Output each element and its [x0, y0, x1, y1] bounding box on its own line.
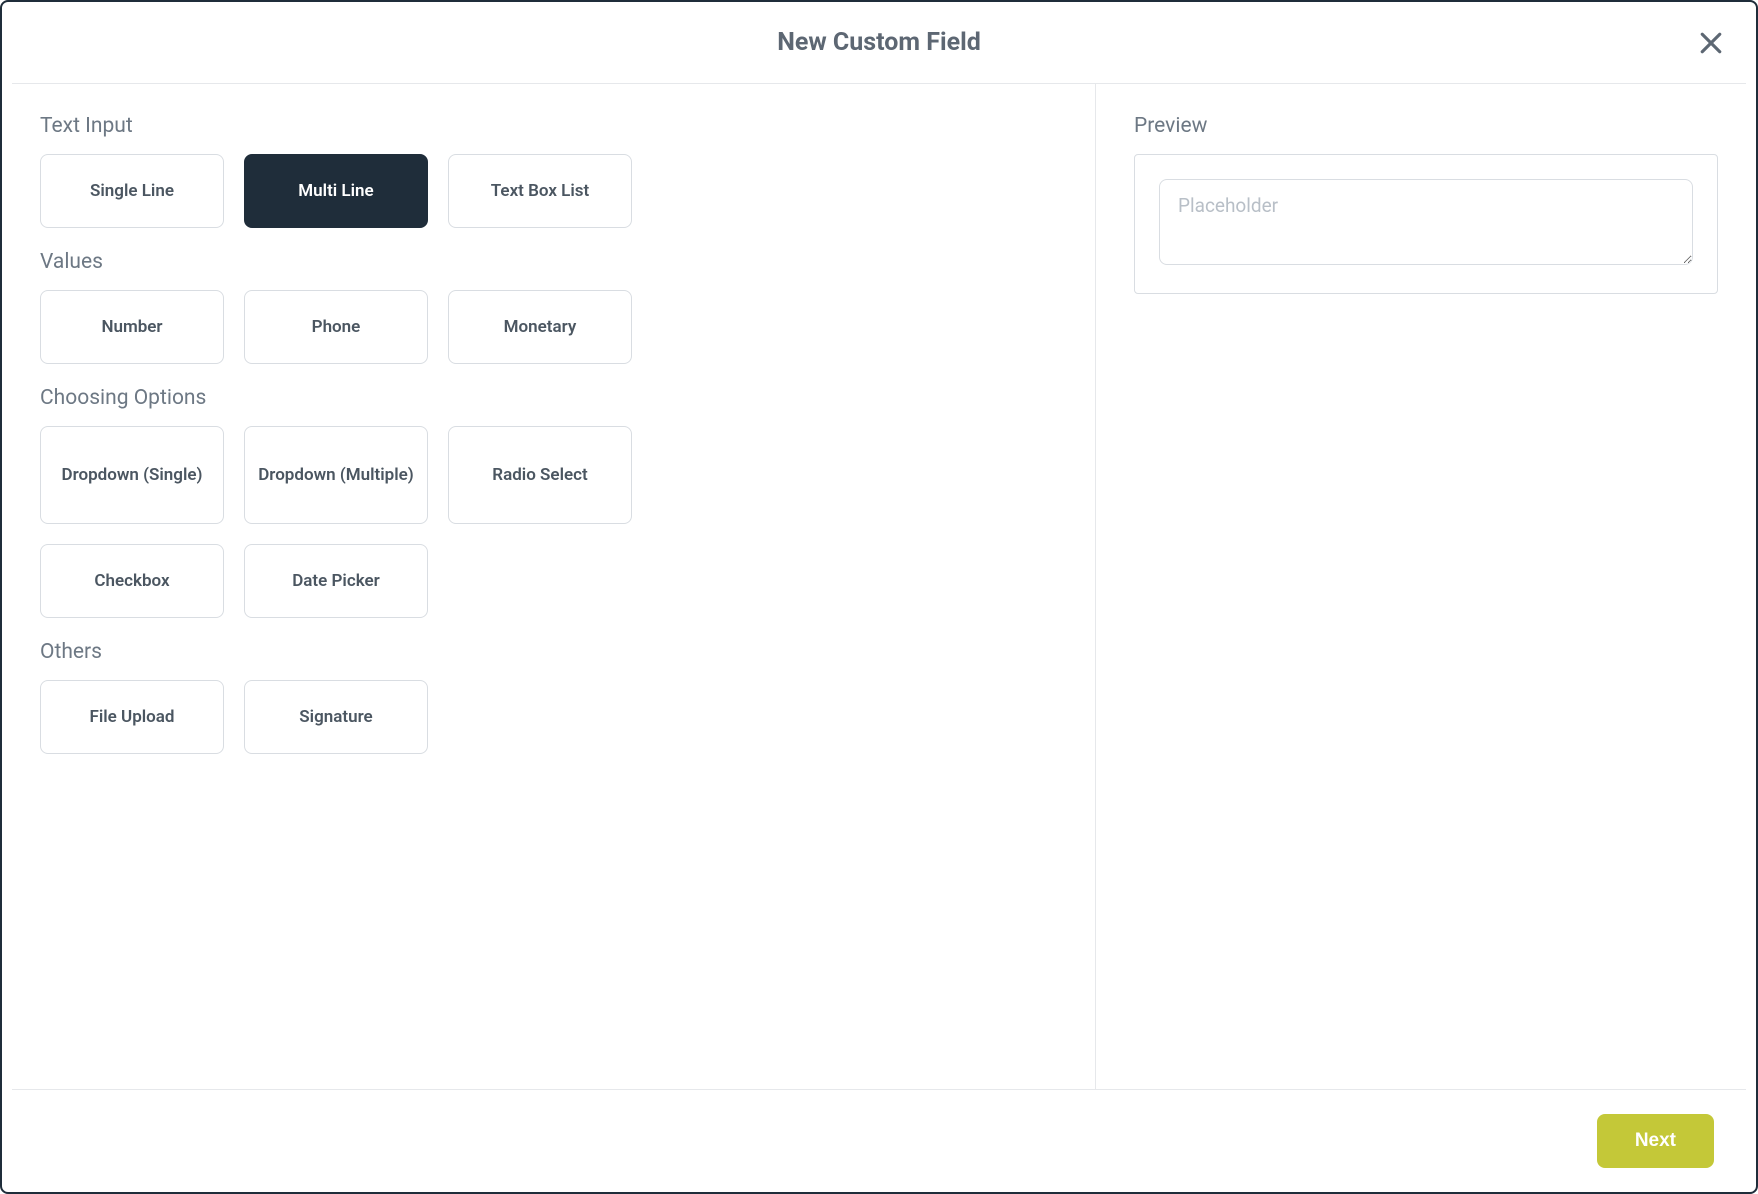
section-grid: File Upload Signature: [40, 680, 1057, 754]
tile-radio-select[interactable]: Radio Select: [448, 426, 632, 524]
tile-dropdown-single[interactable]: Dropdown (Single): [40, 426, 224, 524]
preview-panel: Preview: [1096, 84, 1756, 1089]
close-icon: [1696, 28, 1726, 58]
next-button[interactable]: Next: [1597, 1114, 1714, 1168]
tile-checkbox[interactable]: Checkbox: [40, 544, 224, 618]
preview-container: [1134, 154, 1718, 294]
dialog-title: New Custom Field: [12, 28, 1746, 57]
dialog-header: New Custom Field: [12, 2, 1746, 84]
section-label: Others: [40, 640, 1057, 664]
section-grid: Number Phone Monetary: [40, 290, 1057, 364]
dialog-body: Text Input Single Line Multi Line Text B…: [2, 84, 1756, 1089]
section-choosing-options: Choosing Options Dropdown (Single) Dropd…: [40, 386, 1057, 618]
section-label: Values: [40, 250, 1057, 274]
section-values: Values Number Phone Monetary: [40, 250, 1057, 364]
preview-textarea[interactable]: [1159, 179, 1693, 265]
tile-text-box-list[interactable]: Text Box List: [448, 154, 632, 228]
tile-file-upload[interactable]: File Upload: [40, 680, 224, 754]
tile-dropdown-multiple[interactable]: Dropdown (Multiple): [244, 426, 428, 524]
tile-phone[interactable]: Phone: [244, 290, 428, 364]
tile-number[interactable]: Number: [40, 290, 224, 364]
tile-signature[interactable]: Signature: [244, 680, 428, 754]
section-label: Choosing Options: [40, 386, 1057, 410]
section-grid: Dropdown (Single) Dropdown (Multiple) Ra…: [40, 426, 1057, 618]
tile-date-picker[interactable]: Date Picker: [244, 544, 428, 618]
dialog-footer: Next: [12, 1089, 1746, 1192]
field-type-panel: Text Input Single Line Multi Line Text B…: [2, 84, 1096, 1089]
preview-label: Preview: [1134, 114, 1718, 138]
tile-monetary[interactable]: Monetary: [448, 290, 632, 364]
section-others: Others File Upload Signature: [40, 640, 1057, 754]
tile-multi-line[interactable]: Multi Line: [244, 154, 428, 228]
section-text-input: Text Input Single Line Multi Line Text B…: [40, 114, 1057, 228]
section-label: Text Input: [40, 114, 1057, 138]
tile-single-line[interactable]: Single Line: [40, 154, 224, 228]
new-custom-field-dialog: New Custom Field Text Input Single Line …: [0, 0, 1758, 1194]
section-grid: Single Line Multi Line Text Box List: [40, 154, 1057, 228]
close-button[interactable]: [1696, 28, 1726, 58]
